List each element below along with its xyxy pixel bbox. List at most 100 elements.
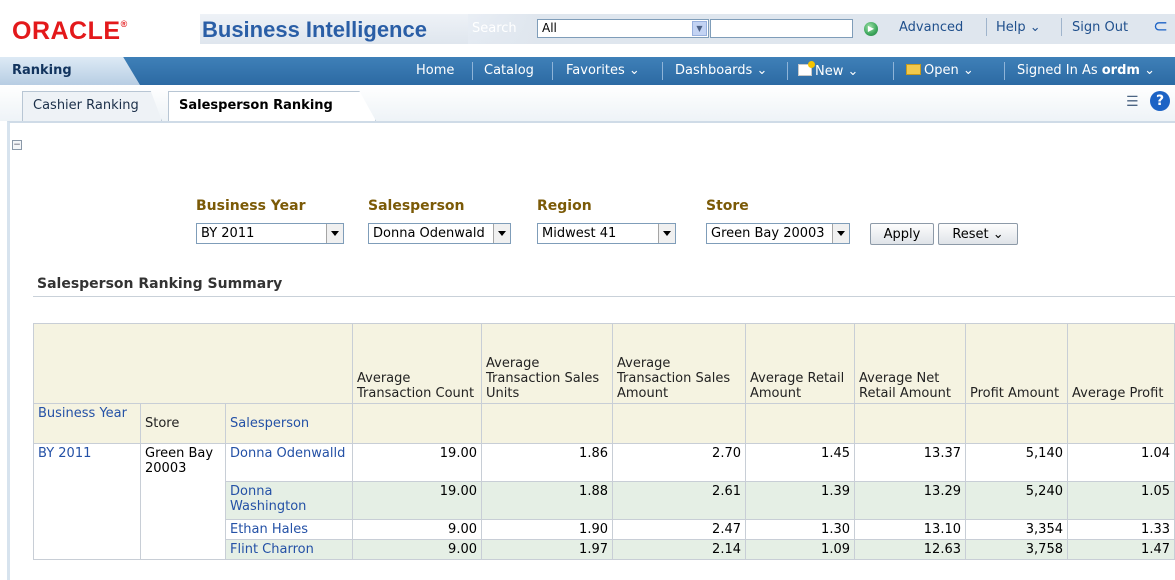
dimension-header-row: Business Year Store Salesperson (33, 403, 1175, 444)
divider (662, 62, 663, 80)
column-header[interactable]: Average Retail Amount (745, 323, 855, 404)
collapse-icon[interactable]: − (12, 140, 22, 150)
measure-header-row: Average Transaction Count Average Transa… (33, 323, 1175, 404)
salesperson-select[interactable]: Donna Odenwald (368, 223, 511, 244)
dashboards-menu[interactable]: Dashboards ⌄ (675, 63, 767, 78)
app-tab-label: Ranking (12, 63, 72, 78)
user-name: ordm (1101, 63, 1140, 78)
favorites-menu[interactable]: Favorites ⌄ (566, 63, 640, 78)
region-select[interactable]: Midwest 41 (537, 223, 676, 244)
store-select[interactable]: Green Bay 20003 (706, 223, 850, 244)
store-cell: Green Bay 20003 (140, 443, 226, 560)
advanced-link[interactable]: Advanced (899, 20, 963, 35)
value-cell: 1.39 (745, 481, 855, 520)
user-menu[interactable]: Signed In As ordm ⌄ (1017, 63, 1155, 78)
column-header[interactable]: Average Profit (1067, 323, 1175, 404)
page-tab-row: Cashier Ranking Salesperson Ranking ☰ ? (0, 85, 1175, 121)
column-header[interactable]: Profit Amount (965, 323, 1068, 404)
help-menu[interactable]: Help ⌄ (996, 20, 1041, 35)
value-cell: 1.86 (481, 443, 613, 482)
divider (472, 62, 473, 80)
folder-open-icon (906, 64, 921, 75)
column-header[interactable]: Business Year (33, 403, 141, 444)
tab-salesperson-ranking[interactable]: Salesperson Ranking (168, 91, 376, 121)
salesperson-cell[interactable]: Donna Washington (225, 481, 353, 520)
sign-out-link[interactable]: Sign Out (1072, 20, 1128, 35)
value-cell: 13.37 (854, 443, 966, 482)
open-menu[interactable]: Open ⌄ (906, 63, 974, 78)
search-input[interactable] (710, 19, 853, 38)
chevron-down-icon (658, 224, 675, 243)
business-year-cell[interactable]: BY 2011 (33, 443, 141, 560)
value-cell: 2.61 (612, 481, 746, 520)
business-year-label: Business Year (196, 198, 306, 214)
reset-button[interactable]: Reset ⌄ (938, 223, 1018, 245)
catalog-link[interactable]: Catalog (484, 63, 534, 78)
chevron-down-icon (326, 224, 343, 243)
divider (1004, 62, 1005, 80)
business-year-value: BY 2011 (201, 226, 255, 241)
column-header: Store (140, 403, 226, 444)
value-cell: 9.00 (352, 519, 482, 540)
store-label: Store (706, 198, 749, 214)
column-header[interactable]: Average Transaction Count (352, 323, 482, 404)
value-cell: 19.00 (352, 443, 482, 482)
section-title: Salesperson Ranking Summary (37, 276, 283, 292)
value-cell: 5,140 (965, 443, 1068, 482)
search-go-icon[interactable]: ▶ (864, 22, 878, 36)
salesperson-cell[interactable]: Donna Odenwalld (225, 443, 353, 482)
value-cell: 5,240 (965, 481, 1068, 520)
tab-cashier-ranking[interactable]: Cashier Ranking (22, 91, 162, 121)
value-cell: 9.00 (352, 539, 482, 560)
column-header[interactable]: Salesperson (225, 403, 353, 444)
value-cell: 12.63 (854, 539, 966, 560)
help-icon[interactable]: ? (1150, 91, 1170, 111)
value-cell: 1.33 (1067, 519, 1175, 540)
salesperson-label: Salesperson (368, 198, 465, 214)
value-cell: 1.05 (1067, 481, 1175, 520)
value-cell: 13.29 (854, 481, 966, 520)
value-cell: 1.47 (1067, 539, 1175, 560)
home-link[interactable]: Home (416, 63, 454, 78)
sign-out-icon[interactable]: ⊂ (1153, 16, 1168, 37)
salesperson-cell[interactable]: Flint Charron (225, 539, 353, 560)
search-scope-value: All (542, 21, 557, 35)
chevron-down-icon (832, 224, 849, 243)
value-cell: 13.10 (854, 519, 966, 540)
page-options-icon[interactable]: ☰ (1126, 94, 1139, 110)
value-cell: 2.70 (612, 443, 746, 482)
salesperson-cell[interactable]: Ethan Hales (225, 519, 353, 540)
divider (787, 62, 788, 80)
value-cell: 1.90 (481, 519, 613, 540)
divider (1061, 18, 1062, 36)
search-scope-select[interactable]: All ▼ (537, 19, 709, 38)
chevron-down-icon: ▼ (692, 21, 707, 36)
chevron-down-icon (493, 224, 510, 243)
value-cell: 1.09 (745, 539, 855, 560)
value-cell: 19.00 (352, 481, 482, 520)
business-year-select[interactable]: BY 2011 (196, 223, 344, 244)
value-cell: 1.97 (481, 539, 613, 560)
product-title: Business Intelligence (202, 17, 427, 42)
apply-button[interactable]: Apply (870, 223, 934, 245)
salesperson-value: Donna Odenwald (373, 226, 485, 241)
value-cell: 1.30 (745, 519, 855, 540)
table-row: BY 2011 Green Bay 20003 Donna Odenwalld … (33, 443, 1175, 560)
store-value: Green Bay 20003 (711, 226, 825, 241)
global-nav-bar: Ranking Home Catalog Favorites ⌄ Dashboa… (0, 57, 1175, 85)
divider (893, 62, 894, 80)
value-cell: 3,354 (965, 519, 1068, 540)
search-label: Search (472, 21, 517, 36)
top-brand-bar: ORACLE® Business Intelligence Search All… (0, 0, 1175, 46)
oracle-logo: ORACLE® (12, 17, 128, 45)
column-header[interactable]: Average Net Retail Amount (854, 323, 966, 404)
new-document-icon (798, 61, 815, 76)
value-cell: 1.04 (1067, 443, 1175, 482)
value-cell: 1.88 (481, 481, 613, 520)
column-header[interactable]: Average Transaction Sales Units (481, 323, 613, 404)
value-cell: 2.14 (612, 539, 746, 560)
value-cell: 2.47 (612, 519, 746, 540)
new-menu[interactable]: New ⌄ (798, 61, 858, 79)
salesperson-ranking-table: Average Transaction Count Average Transa… (33, 323, 1175, 560)
column-header[interactable]: Average Transaction Sales Amount (612, 323, 746, 404)
